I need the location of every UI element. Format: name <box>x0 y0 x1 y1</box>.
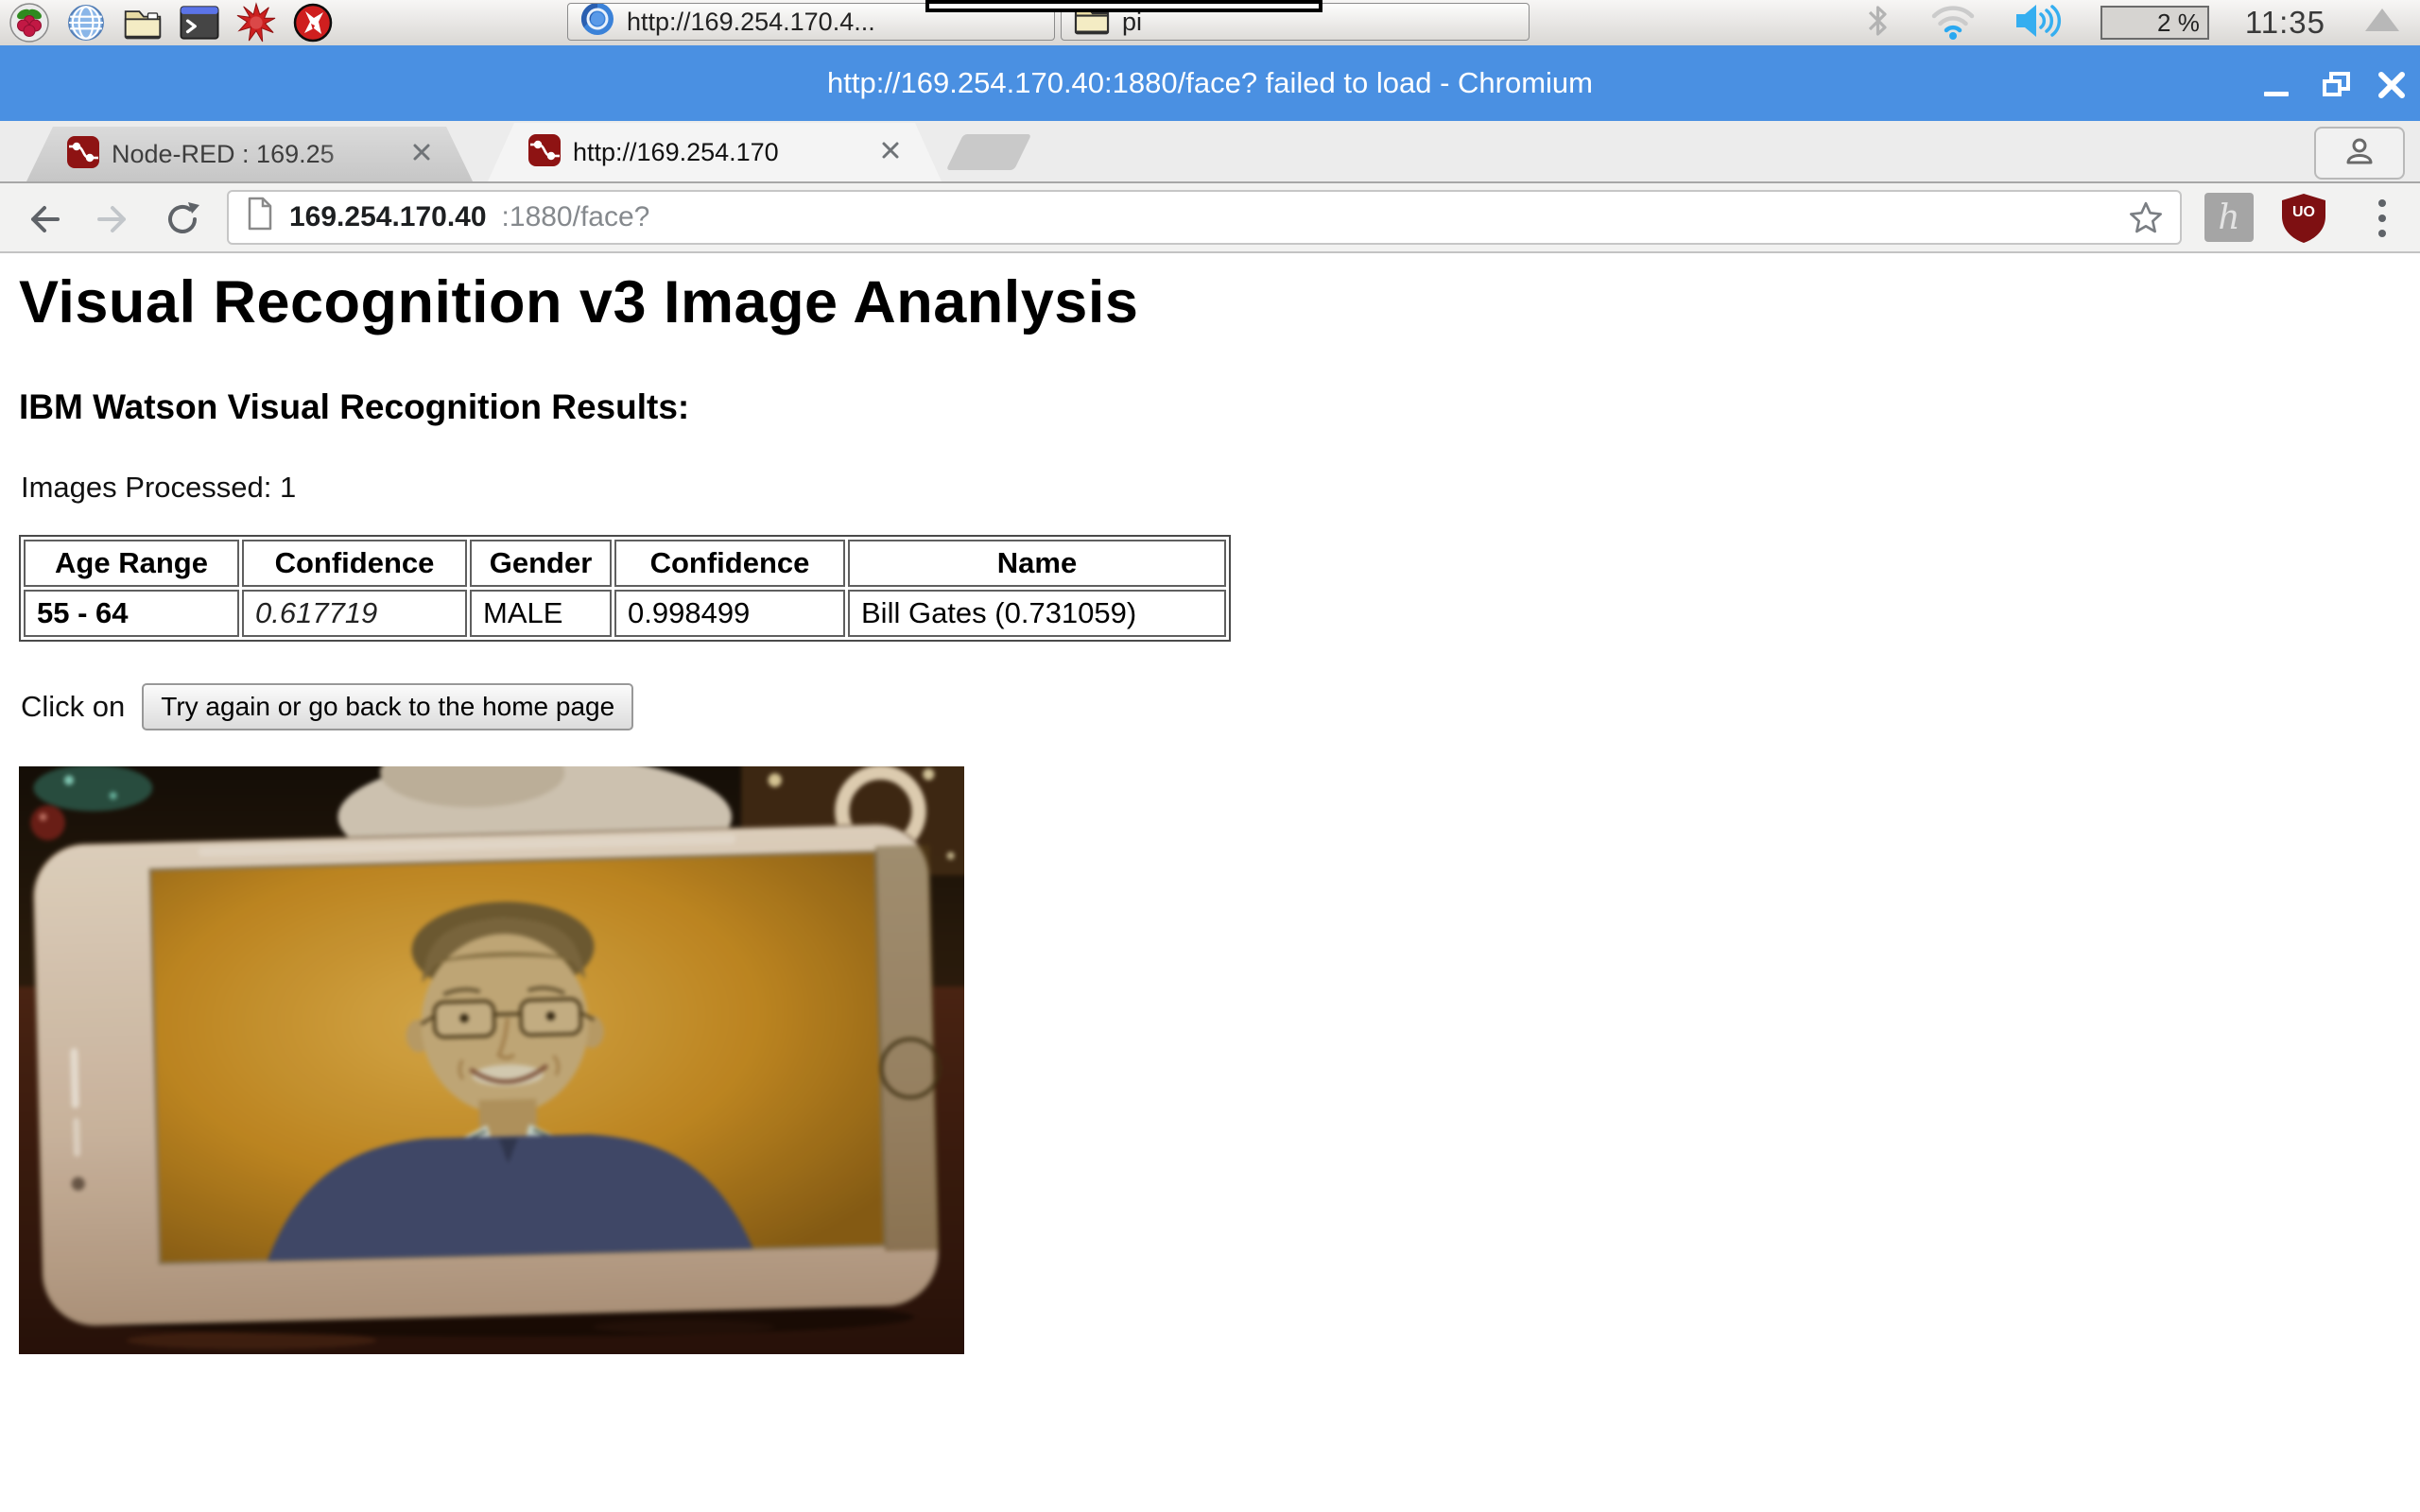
tab-close-icon[interactable] <box>879 139 902 166</box>
svg-text:UO: UO <box>2292 204 2315 220</box>
bluetooth-icon[interactable] <box>1864 2 1893 44</box>
background-window-edge[interactable] <box>925 0 1322 12</box>
tab-face-page[interactable]: http://169.254.170 <box>488 123 942 181</box>
tab-label: http://169.254.170 <box>573 137 779 166</box>
header-gender: Gender <box>470 540 612 587</box>
results-subtitle: IBM Watson Visual Recognition Results: <box>19 387 690 426</box>
result-photo <box>19 766 964 1354</box>
click-on-row: Click on Try again or go back to the hom… <box>21 683 2420 730</box>
system-tray: 2 % 11:35 <box>1864 0 2403 45</box>
profile-button[interactable] <box>2314 127 2405 180</box>
volume-icon[interactable] <box>2014 2 2065 44</box>
chromium-titlebar[interactable]: http://169.254.170.40:1880/face? failed … <box>0 45 2420 121</box>
cell-confidence-gender: 0.998499 <box>614 590 845 637</box>
tab-close-icon[interactable] <box>410 141 433 168</box>
minimize-button[interactable] <box>2256 64 2297 106</box>
reload-button[interactable] <box>163 198 204 240</box>
battery-percent-label: 2 % <box>2157 8 2200 37</box>
wifi-icon[interactable] <box>1928 1 1978 45</box>
tab-strip: Node-RED : 169.25 http://169.254.170 <box>0 121 2420 183</box>
web-browser-icon[interactable] <box>66 3 106 43</box>
eject-icon[interactable] <box>2361 5 2403 42</box>
try-again-button[interactable]: Try again or go back to the home page <box>142 683 634 730</box>
header-name: Name <box>848 540 1226 587</box>
click-on-label: Click on <box>21 690 126 723</box>
taskbar-window-label: http://169.254.170.4... <box>627 7 875 36</box>
chromium-icon <box>579 4 615 40</box>
forward-button[interactable] <box>93 198 134 240</box>
page-title: Visual Recognition v3 Image Ananlysis <box>19 269 1139 335</box>
results-table: Age Range Confidence Gender Confidence N… <box>19 535 1231 642</box>
header-age-range: Age Range <box>24 540 239 587</box>
url-host: 169.254.170.40 <box>289 201 487 232</box>
file-manager-icon[interactable] <box>123 3 163 43</box>
ublock-origin-icon[interactable]: UO <box>2278 191 2329 246</box>
cell-gender: MALE <box>470 590 612 637</box>
header-confidence-age: Confidence <box>242 540 467 587</box>
page-icon <box>246 197 274 238</box>
person-icon <box>2342 134 2377 173</box>
header-confidence-gender: Confidence <box>614 540 845 587</box>
cell-age-range: 55 - 64 <box>24 590 239 637</box>
back-button[interactable] <box>23 198 64 240</box>
web-page: Visual Recognition v3 Image Ananlysis IB… <box>0 253 2420 1512</box>
close-button[interactable] <box>2371 64 2412 106</box>
new-tab-button[interactable] <box>945 134 1032 170</box>
terminal-icon[interactable] <box>180 3 219 43</box>
bookmark-star-icon[interactable] <box>2129 200 2163 234</box>
cpu-battery-monitor[interactable]: 2 % <box>2100 6 2209 40</box>
mathematica-icon[interactable] <box>236 2 276 43</box>
raspberry-menu-icon[interactable] <box>9 3 49 43</box>
url-path: :1880/face? <box>501 201 650 232</box>
tab-label: Node-RED : 169.25 <box>112 139 335 168</box>
extension-h-glyph: h <box>2218 198 2240 237</box>
images-processed-text: Images Processed: 1 <box>21 471 297 504</box>
wolfram-icon[interactable] <box>293 3 333 43</box>
tab-node-red[interactable]: Node-RED : 169.25 <box>26 127 473 181</box>
restore-button[interactable] <box>2316 64 2358 106</box>
address-bar[interactable]: 169.254.170.40 :1880/face? <box>227 190 2182 245</box>
launcher-area <box>9 2 333 43</box>
menu-dots-icon[interactable] <box>2361 195 2403 242</box>
clock: 11:35 <box>2244 5 2325 40</box>
extension-h-icon[interactable]: h <box>2204 193 2254 242</box>
browser-toolbar: 169.254.170.40 :1880/face? h UO <box>0 183 2420 253</box>
cell-name: Bill Gates (0.731059) <box>848 590 1226 637</box>
node-red-favicon <box>66 135 100 174</box>
photo-scene <box>19 766 964 1354</box>
cell-confidence-age: 0.617719 <box>242 590 467 637</box>
table-header-row: Age Range Confidence Gender Confidence N… <box>24 540 1226 587</box>
window-title: http://169.254.170.40:1880/face? failed … <box>827 66 1593 99</box>
node-red-favicon <box>527 133 562 172</box>
desktop: http://169.254.170.4... pi 2 % 11:35 htt… <box>0 0 2420 1512</box>
table-row: 55 - 64 0.617719 MALE 0.998499 Bill Gate… <box>24 590 1226 637</box>
